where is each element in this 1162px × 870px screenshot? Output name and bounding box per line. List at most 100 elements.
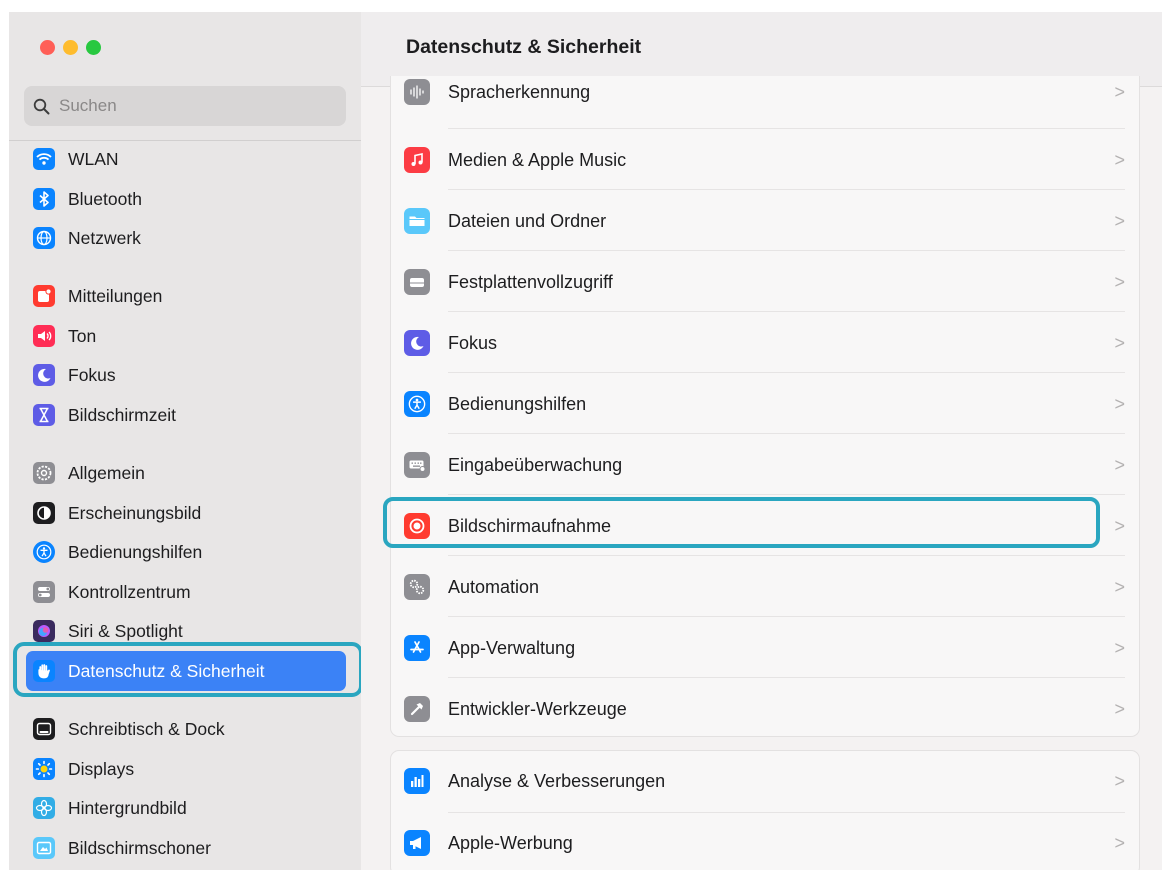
sidebar-item-erscheinungsbild[interactable]: Erscheinungsbild: [33, 498, 201, 528]
sidebar-item-label: Siri & Spotlight: [68, 620, 183, 641]
hammer-icon: [404, 696, 430, 722]
sidebar-item-mitteilungen[interactable]: Mitteilungen: [33, 281, 162, 311]
row-label: Medien & Apple Music: [448, 150, 627, 170]
chevron-right-icon: >: [1114, 771, 1125, 791]
row-label: Automation: [448, 577, 540, 597]
chevron-right-icon: >: [1114, 82, 1125, 102]
sidebar-item-fokus[interactable]: Fokus: [33, 360, 116, 390]
sidebar-item-bildschirmschoner[interactable]: Bildschirmschoner: [33, 833, 211, 863]
sidebar-separator: [9, 140, 361, 141]
bell-icon: [33, 285, 55, 307]
sidebar-item-bedienungshilfen[interactable]: Bedienungshilfen: [33, 537, 202, 567]
chevron-right-icon: >: [1114, 516, 1125, 536]
close-window-button[interactable]: [40, 40, 55, 55]
row-app-verwaltung[interactable]: App-Verwaltung >: [391, 617, 1139, 678]
megaphone-icon: [404, 830, 430, 856]
sidebar-item-schreibtisch-dock[interactable]: Schreibtisch & Dock: [33, 714, 225, 744]
row-label: Festplattenvollzugriff: [448, 272, 613, 292]
analytics-group: Analyse & Verbesserungen > Apple-Werbung…: [390, 750, 1140, 870]
search-icon: [33, 98, 50, 114]
row-festplattenvollzugriff[interactable]: Festplattenvollzugriff >: [391, 251, 1139, 312]
keyboard-icon: [404, 452, 430, 478]
app-store-icon: [404, 635, 430, 661]
chevron-right-icon: >: [1114, 455, 1125, 475]
row-dateien-ordner[interactable]: Dateien und Ordner >: [391, 190, 1139, 251]
row-label: Apple-Werbung: [448, 833, 573, 853]
moon-icon: [404, 330, 430, 356]
bluetooth-icon: [33, 188, 55, 210]
chevron-right-icon: >: [1114, 211, 1125, 231]
sidebar-item-wlan[interactable]: WLAN: [33, 144, 119, 174]
row-analyse-verbesserungen[interactable]: Analyse & Verbesserungen >: [391, 751, 1139, 813]
chevron-right-icon: >: [1114, 638, 1125, 658]
speaker-icon: [33, 325, 55, 347]
settings-window: Suchen WLAN Bluetooth Netzwerk Mitteilun…: [9, 12, 1162, 870]
moon-icon: [33, 364, 55, 386]
toggles-icon: [33, 581, 55, 603]
row-label: Eingabeüberwachung: [448, 455, 623, 475]
sidebar-item-label: Netzwerk: [68, 227, 141, 248]
search-field[interactable]: Suchen: [24, 86, 346, 126]
permissions-group: Spracherkennung > Medien & Apple Music >…: [390, 76, 1140, 737]
sidebar-item-bildschirmzeit[interactable]: Bildschirmzeit: [33, 400, 176, 430]
sidebar: Suchen WLAN Bluetooth Netzwerk Mitteilun…: [9, 12, 363, 870]
row-entwickler-werkzeuge[interactable]: Entwickler-Werkzeuge >: [391, 678, 1139, 736]
sidebar-item-label: WLAN: [68, 148, 119, 169]
sidebar-item-netzwerk[interactable]: Netzwerk: [33, 223, 141, 253]
row-eingabeueberwachung[interactable]: Eingabeüberwachung >: [391, 434, 1139, 495]
row-bedienungshilfen[interactable]: Bedienungshilfen >: [391, 373, 1139, 434]
row-apple-werbung[interactable]: Apple-Werbung >: [391, 813, 1139, 870]
row-fokus[interactable]: Fokus >: [391, 312, 1139, 373]
row-label: Analyse & Verbesserungen: [448, 771, 666, 791]
waveform-icon: [404, 79, 430, 105]
sidebar-item-hintergrundbild[interactable]: Hintergrundbild: [33, 793, 187, 823]
chevron-right-icon: >: [1114, 833, 1125, 853]
dock-icon: [33, 718, 55, 740]
sidebar-item-label: Mitteilungen: [68, 285, 163, 306]
row-label: Fokus: [448, 333, 498, 353]
appearance-icon: [33, 502, 55, 524]
row-label: Spracherkennung: [448, 82, 591, 102]
chevron-right-icon: >: [1114, 333, 1125, 353]
row-label: Dateien und Ordner: [448, 211, 607, 231]
screensaver-icon: [33, 837, 55, 859]
chevron-right-icon: >: [1114, 150, 1125, 170]
row-medien-apple-music[interactable]: Medien & Apple Music >: [391, 129, 1139, 190]
sidebar-item-bluetooth[interactable]: Bluetooth: [33, 184, 142, 214]
sun-icon: [33, 758, 55, 780]
hourglass-icon: [33, 404, 55, 426]
globe-icon: [33, 227, 55, 249]
sidebar-item-label: Erscheinungsbild: [68, 502, 202, 523]
search-placeholder: Suchen: [59, 96, 117, 115]
chart-icon: [404, 768, 430, 794]
main-content: Datenschutz & Sicherheit Spracherkennung…: [361, 12, 1162, 870]
sidebar-item-label: Bildschirmzeit: [68, 404, 176, 425]
row-label: Bedienungshilfen: [448, 394, 587, 414]
hard-drive-icon: [404, 269, 430, 295]
page-title: Datenschutz & Sicherheit: [406, 36, 642, 58]
sidebar-item-ton[interactable]: Ton: [33, 321, 96, 351]
row-label: Entwickler-Werkzeuge: [448, 699, 627, 719]
sidebar-item-label: Displays: [68, 758, 135, 779]
zoom-window-button[interactable]: [86, 40, 101, 55]
sidebar-item-kontrollzentrum[interactable]: Kontrollzentrum: [33, 577, 191, 607]
gears-icon: [404, 574, 430, 600]
row-automation[interactable]: Automation >: [391, 556, 1139, 617]
sidebar-item-label: Bluetooth: [68, 188, 142, 209]
sidebar-item-label: Kontrollzentrum: [68, 581, 191, 602]
accessibility-icon: [33, 541, 55, 563]
sidebar-item-label: Ton: [68, 325, 97, 346]
chevron-right-icon: >: [1114, 577, 1125, 597]
highlight-frame-bildschirmaufnahme: [383, 497, 1100, 548]
sidebar-item-allgemein[interactable]: Allgemein: [33, 458, 145, 488]
sidebar-item-label: Bildschirmschoner: [68, 837, 211, 858]
wifi-icon: [33, 148, 55, 170]
sidebar-item-label: Bedienungshilfen: [68, 541, 203, 562]
accessibility-icon: [404, 391, 430, 417]
sidebar-item-displays[interactable]: Displays: [33, 754, 134, 784]
row-spracherkennung[interactable]: Spracherkennung >: [391, 76, 1139, 129]
sidebar-item-label: Fokus: [68, 364, 116, 385]
gear-icon: [33, 462, 55, 484]
minimize-window-button[interactable]: [63, 40, 78, 55]
sidebar-item-label: Allgemein: [68, 462, 145, 483]
